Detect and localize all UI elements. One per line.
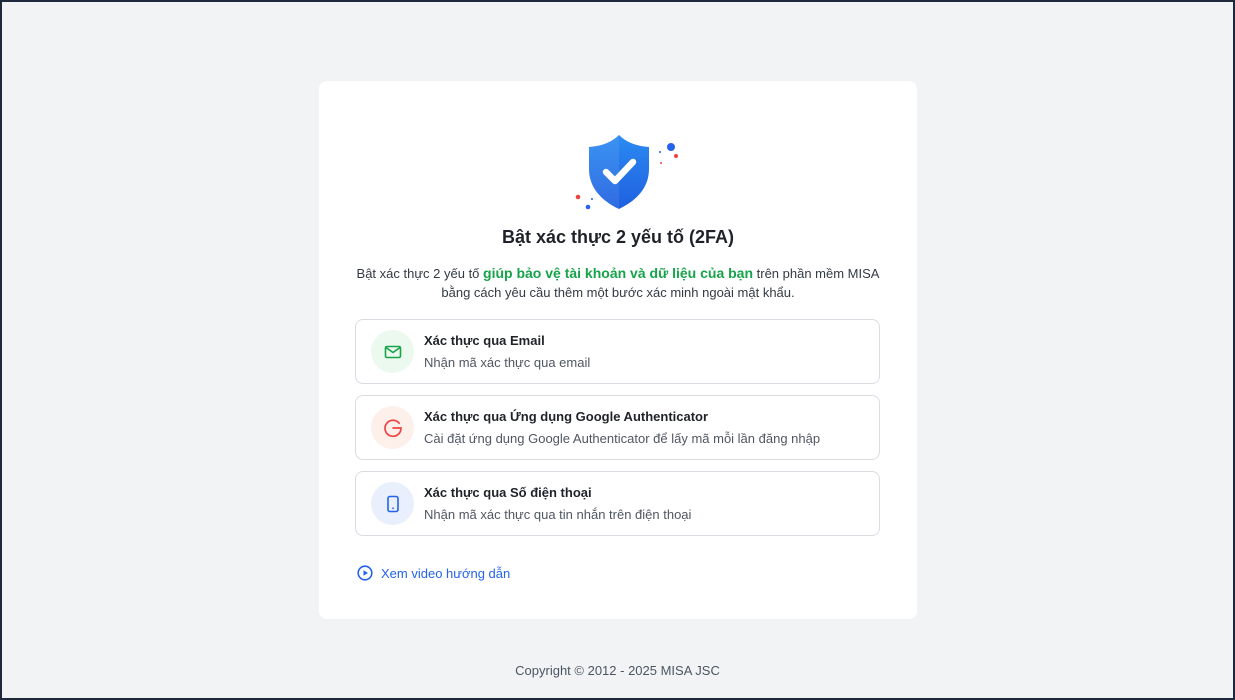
phone-icon: [371, 482, 414, 525]
option-title: Xác thực qua Ứng dụng Google Authenticat…: [424, 409, 709, 424]
option-subtitle: Nhận mã xác thực qua email: [424, 355, 591, 370]
mail-icon: [371, 330, 414, 373]
copyright-text: Copyright © 2012 - 2025 MISA JSC: [515, 663, 720, 678]
option-title: Xác thực qua Email: [424, 333, 545, 348]
description-highlight: giúp bảo vệ tài khoản và dữ liệu của bạn: [483, 265, 754, 281]
option-subtitle: Cài đặt ứng dụng Google Authenticator để…: [424, 431, 821, 446]
page-description: Bật xác thực 2 yếu tố giúp bảo vệ tài kh…: [355, 264, 881, 302]
video-guide-link[interactable]: Xem video hướng dẫn: [357, 565, 510, 581]
description-text: Bật xác thực 2 yếu tố: [356, 266, 484, 281]
shield-check-icon: [575, 135, 678, 210]
google-authenticator-option[interactable]: Xác thực qua Ứng dụng Google Authenticat…: [355, 395, 880, 460]
option-subtitle: Nhận mã xác thực qua tin nhắn trên điện …: [424, 507, 692, 522]
video-guide-label: Xem video hướng dẫn: [381, 565, 511, 581]
option-title: Xác thực qua Số điện thoại: [424, 485, 592, 500]
phone-auth-option[interactable]: Xác thực qua Số điện thoại Nhận mã xác t…: [355, 471, 880, 536]
play-circle-icon: [357, 565, 373, 581]
email-auth-option[interactable]: Xác thực qua Email Nhận mã xác thực qua …: [355, 319, 880, 384]
page-title: Bật xác thực 2 yếu tố (2FA): [501, 227, 735, 247]
google-icon: [371, 406, 414, 449]
twofa-card: Bật xác thực 2 yếu tố (2FA) Bật xác thực…: [319, 81, 917, 619]
